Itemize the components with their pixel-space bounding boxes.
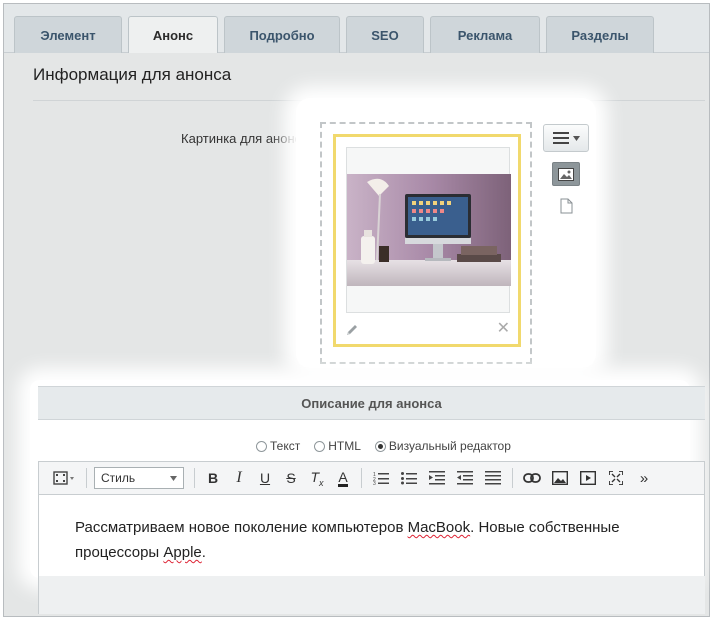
toolbar-divider	[194, 468, 195, 488]
image-mode-button[interactable]	[552, 162, 580, 186]
mode-html-label: HTML	[328, 439, 361, 453]
clear-format-button[interactable]: Tx	[304, 466, 330, 490]
underline-button[interactable]: U	[252, 466, 278, 490]
font-color-icon: A	[338, 468, 348, 487]
image-frame	[346, 147, 511, 313]
unordered-list-button[interactable]	[395, 466, 423, 490]
editor-toolbar: Стиль B I U S Tx A 1 2 3 »	[38, 461, 705, 495]
link-button[interactable]	[518, 466, 546, 490]
italic-button[interactable]: I	[226, 466, 252, 490]
bold-icon: B	[207, 470, 219, 486]
fullscreen-icon	[609, 471, 623, 485]
description-header: Описание для анонса	[38, 386, 705, 420]
mode-visual-label: Визуальный редактор	[388, 439, 511, 453]
svg-text:3: 3	[373, 481, 376, 485]
tab-seo[interactable]: SEO	[346, 16, 424, 53]
tab-sections[interactable]: Разделы	[546, 16, 654, 53]
section-title: Информация для анонса	[33, 65, 232, 84]
indent-button[interactable]	[423, 466, 451, 490]
tab-announce[interactable]: Анонс	[128, 16, 218, 54]
tab-element[interactable]: Элемент	[14, 16, 122, 53]
image-icon	[552, 471, 568, 485]
tab-bar: Элемент Анонс Подробно SEO Реклама Разде…	[4, 4, 709, 54]
tab-details[interactable]: Подробно	[224, 16, 340, 53]
toolbar-divider	[512, 468, 513, 488]
radio-circle[interactable]	[314, 440, 326, 452]
style-select-value: Стиль	[101, 471, 136, 485]
media-button[interactable]	[47, 466, 81, 490]
toolbar-divider	[361, 468, 362, 488]
more-button[interactable]: »	[630, 466, 658, 490]
style-select[interactable]: Стиль	[94, 467, 184, 489]
more-icon: »	[639, 469, 649, 487]
chevron-down-icon	[170, 475, 177, 481]
ordered-list-icon: 1 2 3	[373, 472, 389, 485]
editor-footer	[38, 576, 705, 614]
clear-format-icon: Tx	[310, 468, 324, 488]
tab-ads[interactable]: Реклама	[430, 16, 540, 53]
hamburger-icon	[552, 132, 569, 144]
insert-video-button[interactable]	[574, 466, 602, 490]
chevron-down-icon	[572, 135, 580, 141]
ordered-list-button[interactable]: 1 2 3	[367, 466, 395, 490]
fullscreen-button[interactable]	[602, 466, 630, 490]
radio-circle[interactable]	[256, 440, 267, 452]
italic-icon: I	[236, 469, 242, 486]
editor-content[interactable]: Рассматриваем новое поколение компьютеро…	[75, 515, 675, 565]
radio-circle-selected[interactable]	[374, 440, 386, 452]
film-icon	[53, 471, 74, 485]
outdent-button[interactable]	[451, 466, 479, 490]
mode-html-radio[interactable]: HTML	[314, 439, 361, 453]
mode-text-label: Текст	[270, 439, 301, 453]
misspelled-word: Apple	[163, 544, 202, 561]
toolbar-divider	[86, 468, 87, 488]
strikethrough-icon: S	[286, 470, 296, 486]
video-icon	[580, 471, 596, 485]
misspelled-word: MacBook	[407, 519, 471, 536]
picture-label: Картинка для анонса:	[181, 131, 312, 146]
file-icon[interactable]	[560, 198, 573, 214]
align-icon	[485, 471, 501, 485]
image-preview-card[interactable]: ✕	[333, 134, 521, 347]
image-icon	[558, 167, 574, 181]
editor-mode-radios: Текст HTML Визуальный редактор	[256, 439, 511, 453]
bold-button[interactable]: B	[200, 466, 226, 490]
remove-image-icon[interactable]: ✕	[497, 321, 510, 337]
underline-icon: U	[259, 470, 271, 486]
link-icon	[523, 473, 541, 483]
mode-text-radio[interactable]: Текст	[256, 439, 300, 453]
strikethrough-button[interactable]: S	[278, 466, 304, 490]
indent-icon	[429, 471, 445, 485]
outdent-icon	[457, 471, 473, 485]
mode-visual-radio[interactable]: Визуальный редактор	[374, 439, 511, 453]
font-color-button[interactable]: A	[330, 466, 356, 490]
image-options-button[interactable]	[543, 124, 589, 152]
align-button[interactable]	[479, 466, 507, 490]
edit-pencil-icon[interactable]	[345, 323, 359, 337]
text-part: .	[201, 544, 206, 561]
unordered-list-icon	[401, 472, 417, 485]
insert-image-button[interactable]	[546, 466, 574, 490]
text-part: Рассматриваем новое поколение компьютеро…	[75, 519, 408, 536]
preview-photo	[347, 174, 511, 286]
